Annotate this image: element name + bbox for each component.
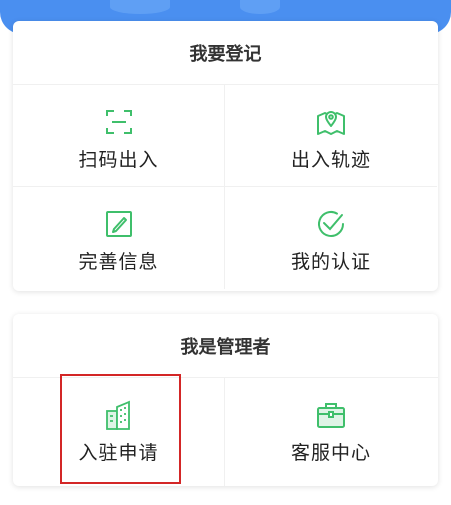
briefcase-icon xyxy=(314,398,348,432)
complete-info-label: 完善信息 xyxy=(78,251,159,273)
register-card: 我要登记 扫码出入 出入轨迹 完善信息 我的认证 xyxy=(13,21,438,291)
access-track-button[interactable]: 出入轨迹 xyxy=(225,85,437,187)
complete-info-button[interactable]: 完善信息 xyxy=(13,187,225,289)
map-location-icon xyxy=(314,105,348,139)
admin-section-title: 我是管理者 xyxy=(13,314,438,378)
edit-document-icon xyxy=(102,207,136,241)
scan-icon xyxy=(102,105,136,139)
customer-service-button[interactable]: 客服中心 xyxy=(225,378,437,486)
check-circle-icon xyxy=(314,207,348,241)
customer-service-label: 客服中心 xyxy=(290,442,371,464)
my-certification-label: 我的认证 xyxy=(290,251,371,273)
banner-decoration xyxy=(240,0,280,14)
register-section-title: 我要登记 xyxy=(13,21,438,85)
access-track-label: 出入轨迹 xyxy=(290,149,371,171)
highlight-box xyxy=(60,374,181,484)
my-certification-button[interactable]: 我的认证 xyxy=(225,187,437,289)
register-grid: 扫码出入 出入轨迹 完善信息 我的认证 xyxy=(13,85,438,289)
scan-entry-label: 扫码出入 xyxy=(78,149,159,171)
banner-decoration xyxy=(110,0,170,14)
scan-entry-button[interactable]: 扫码出入 xyxy=(13,85,225,187)
